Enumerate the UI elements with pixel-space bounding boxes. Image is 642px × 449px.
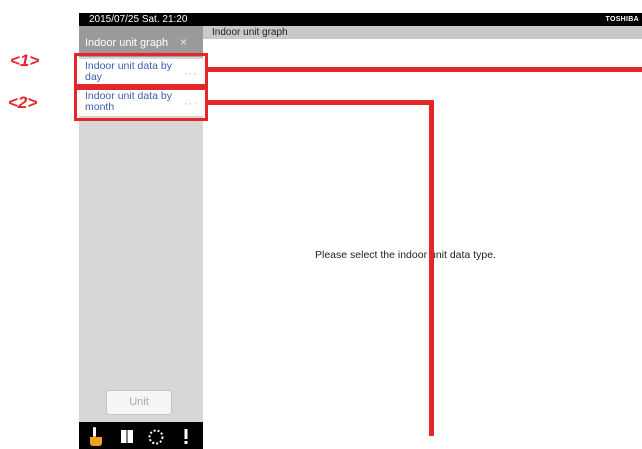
exclamation-icon[interactable] xyxy=(175,425,197,447)
content-title: Indoor unit graph xyxy=(212,27,288,38)
brand-logo: TOSHIBA xyxy=(605,16,639,23)
callout-line-2-vertical xyxy=(429,100,434,436)
sidebar-title: Indoor unit graph xyxy=(85,37,169,49)
book-icon[interactable] xyxy=(116,425,138,447)
content-area: Please select the indoor unit data type. xyxy=(203,39,642,436)
datetime: 2015/07/25 Sat. 21:20 xyxy=(89,14,188,25)
callout-box-1 xyxy=(74,53,208,87)
callout-label-1: <1> xyxy=(10,51,40,70)
hand-pointer-icon[interactable] xyxy=(85,425,107,447)
callout-line-1 xyxy=(208,67,642,72)
callout-line-2-horizontal xyxy=(208,100,434,105)
dotted-circle-icon[interactable] xyxy=(145,425,167,447)
content-header: Indoor unit graph xyxy=(203,26,642,39)
close-icon[interactable]: × xyxy=(180,35,187,49)
callout-box-2 xyxy=(74,87,208,121)
callout-label-2: <2> xyxy=(8,93,38,112)
unit-button[interactable]: Unit xyxy=(106,390,172,415)
status-bar: 2015/07/25 Sat. 21:20 TOSHIBA xyxy=(79,13,642,26)
placeholder-message: Please select the indoor unit data type. xyxy=(315,249,496,261)
